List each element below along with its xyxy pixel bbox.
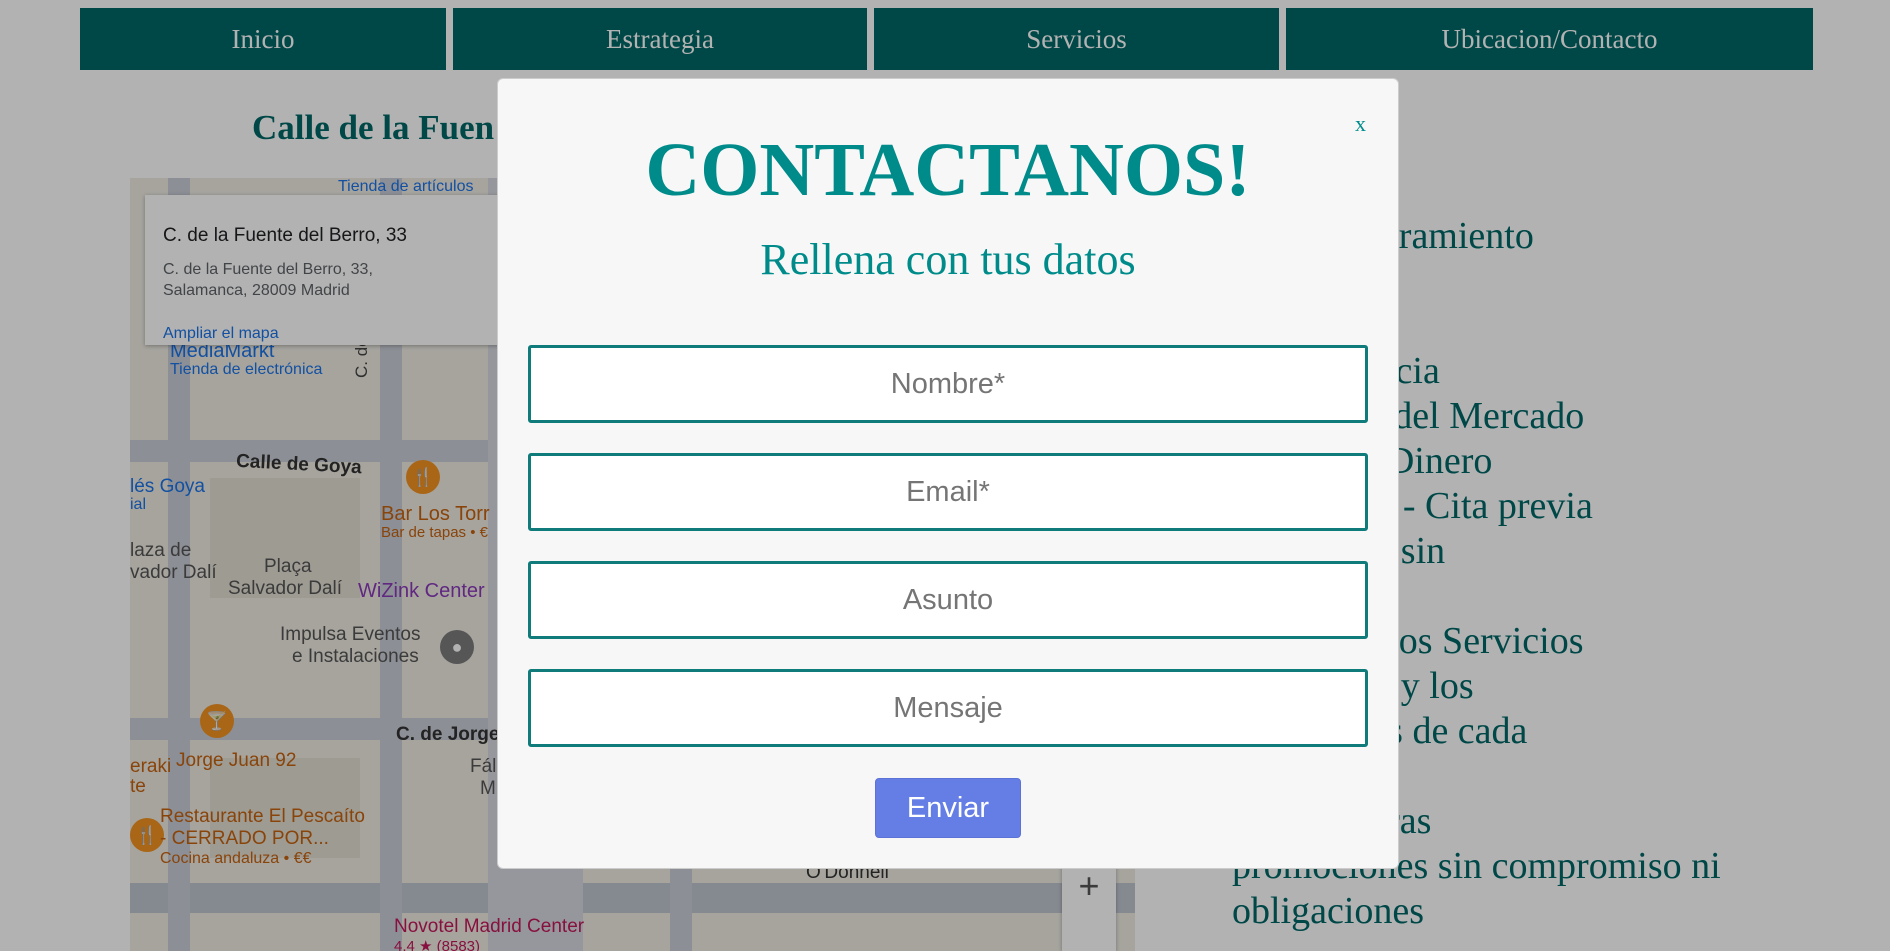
modal-subtitle: Rellena con tus datos xyxy=(760,235,1136,284)
message-input[interactable] xyxy=(528,669,1368,747)
send-button[interactable]: Enviar xyxy=(875,778,1021,838)
email-input[interactable] xyxy=(528,453,1368,531)
subject-input[interactable] xyxy=(528,561,1368,639)
contact-modal: x CONTACTANOS! Rellena con tus datos Env… xyxy=(497,78,1399,869)
name-input[interactable] xyxy=(528,345,1368,423)
modal-title: CONTACTANOS! xyxy=(645,128,1251,212)
